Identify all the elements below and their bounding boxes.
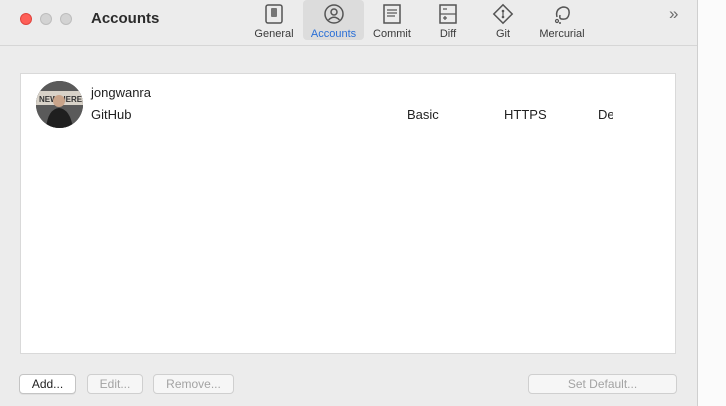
title-bar: Accounts General Accounts Commit Diff Gi… bbox=[0, 0, 697, 46]
avatar: NEW HERE bbox=[36, 81, 83, 128]
minimize-window-button[interactable] bbox=[40, 13, 52, 25]
account-default-status: De bbox=[598, 107, 613, 122]
background-area bbox=[698, 0, 726, 406]
account-service: GitHub bbox=[91, 107, 132, 122]
account-protocol: HTTPS bbox=[504, 107, 547, 122]
tab-accounts-label: Accounts bbox=[310, 28, 357, 40]
set-default-button[interactable]: Set Default... bbox=[528, 374, 677, 394]
git-icon bbox=[492, 3, 514, 25]
commit-document-icon bbox=[383, 4, 401, 24]
account-auth-type: Basic bbox=[407, 107, 439, 122]
general-switch-icon bbox=[265, 4, 283, 24]
tab-diff[interactable]: Diff bbox=[426, 0, 470, 40]
accounts-list: NEW HERE jongwanra GitHub Basic HTTPS De bbox=[20, 73, 676, 354]
tab-accounts[interactable]: Accounts bbox=[303, 0, 364, 40]
tab-general[interactable]: General bbox=[252, 0, 296, 40]
window-title: Accounts bbox=[91, 10, 160, 27]
edit-account-button[interactable]: Edit... bbox=[87, 374, 143, 394]
avatar-photo-icon: NEW HERE bbox=[36, 81, 83, 128]
close-window-button[interactable] bbox=[20, 13, 32, 25]
tab-general-label: General bbox=[254, 28, 294, 40]
preferences-window: Accounts General Accounts Commit Diff Gi… bbox=[0, 0, 698, 406]
toolbar-overflow-button[interactable]: » bbox=[669, 4, 678, 24]
tab-mercurial[interactable]: Mercurial bbox=[534, 0, 590, 40]
tab-git-label: Git bbox=[495, 28, 511, 40]
account-username: jongwanra bbox=[91, 85, 151, 100]
tab-commit-label: Commit bbox=[373, 28, 411, 40]
account-icon bbox=[323, 4, 344, 24]
remove-account-button[interactable]: Remove... bbox=[153, 374, 234, 394]
diff-icon bbox=[439, 4, 457, 24]
tab-commit[interactable]: Commit bbox=[370, 0, 414, 40]
zoom-window-button[interactable] bbox=[60, 13, 72, 25]
add-account-button[interactable]: Add... bbox=[19, 374, 76, 394]
tab-git[interactable]: Git bbox=[481, 0, 525, 40]
mercurial-icon bbox=[554, 6, 570, 24]
tab-diff-label: Diff bbox=[439, 28, 457, 40]
tab-mercurial-label: Mercurial bbox=[539, 28, 585, 40]
